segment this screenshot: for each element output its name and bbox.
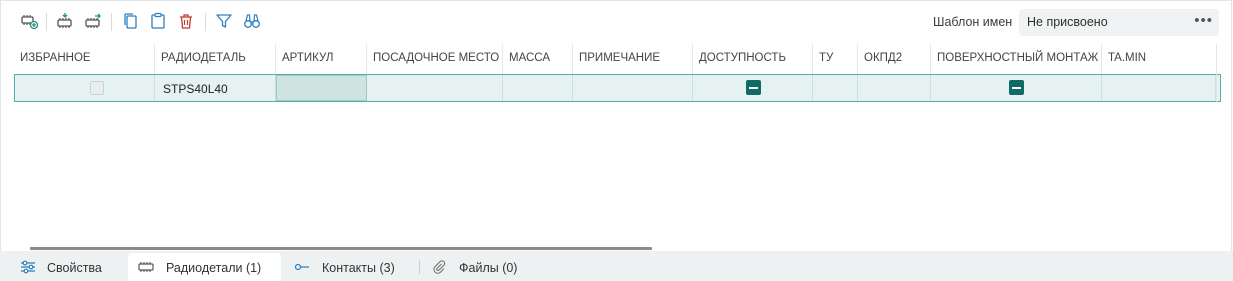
- ta-min-cell[interactable]: [1102, 75, 1216, 101]
- availability-checkbox[interactable]: [746, 80, 761, 95]
- component-export-icon[interactable]: [82, 10, 104, 32]
- column-header-okpd2[interactable]: ОКПД2: [858, 44, 931, 74]
- column-header-mass[interactable]: МАССА: [503, 44, 573, 74]
- okpd2-cell[interactable]: [858, 75, 931, 101]
- sliders-icon: [20, 260, 36, 277]
- component-icon: [138, 260, 154, 277]
- name-template-value: Не присвоено: [1027, 15, 1108, 29]
- tab-files-label: Файлы (0): [459, 261, 518, 275]
- tab-properties-label: Свойства: [47, 261, 102, 275]
- toolbar-separator: [205, 13, 206, 31]
- more-options-icon[interactable]: •••: [1194, 12, 1213, 29]
- add-component-icon[interactable]: [18, 10, 40, 32]
- toolbar-separator: [111, 13, 112, 31]
- column-header-note[interactable]: ПРИМЕЧАНИЕ: [573, 44, 693, 74]
- name-template-label: Шаблон имен: [933, 15, 1013, 29]
- filter-icon[interactable]: [213, 10, 235, 32]
- tab-separator: [419, 260, 420, 274]
- column-header-component[interactable]: РАДИОДЕТАЛЬ: [155, 44, 276, 74]
- column-header-ta-min[interactable]: TA.MIN: [1102, 44, 1217, 74]
- paperclip-icon: [432, 260, 446, 277]
- table-row[interactable]: STPS40L40: [14, 74, 1221, 102]
- mass-cell[interactable]: [503, 75, 573, 101]
- delete-icon[interactable]: [175, 10, 197, 32]
- pin-icon: [294, 260, 310, 277]
- name-template-select[interactable]: Не присвоено •••: [1019, 9, 1219, 36]
- surface-mount-cell: [931, 75, 1102, 101]
- component-cell[interactable]: STPS40L40: [155, 75, 276, 101]
- binoculars-icon[interactable]: [241, 10, 263, 32]
- copy-icon[interactable]: [119, 10, 141, 32]
- tab-contacts[interactable]: Контакты (3): [290, 253, 412, 281]
- footprint-cell[interactable]: [367, 75, 503, 101]
- surface-mount-checkbox[interactable]: [1009, 80, 1024, 95]
- tab-contacts-label: Контакты (3): [322, 261, 395, 275]
- column-header-favorite[interactable]: ИЗБРАННОЕ: [14, 44, 155, 74]
- tab-properties[interactable]: Свойства: [14, 253, 126, 281]
- tab-components[interactable]: Радиодетали (1): [128, 253, 281, 281]
- availability-cell: [693, 75, 813, 101]
- toolbar: Шаблон имен Не присвоено •••: [1, 1, 1233, 43]
- component-import-icon[interactable]: [54, 10, 76, 32]
- tu-cell[interactable]: [813, 75, 858, 101]
- note-cell[interactable]: [573, 75, 693, 101]
- bottom-tabbar: Свойства Радиодетали (1) Контакты (3) Фа…: [0, 251, 1233, 281]
- favorite-cell: [15, 75, 155, 101]
- table-right-divider: [1216, 44, 1217, 102]
- article-cell[interactable]: [276, 75, 367, 101]
- tab-components-label: Радиодетали (1): [166, 261, 262, 275]
- column-header-article[interactable]: АРТИКУЛ: [276, 44, 367, 74]
- favorite-checkbox[interactable]: [90, 81, 104, 95]
- table-header: ИЗБРАННОЕ РАДИОДЕТАЛЬ АРТИКУЛ ПОСАДОЧНОЕ…: [14, 44, 1221, 75]
- column-header-tu[interactable]: ТУ: [813, 44, 858, 74]
- paste-icon[interactable]: [147, 10, 169, 32]
- toolbar-separator: [46, 13, 47, 31]
- tab-files[interactable]: Файлы (0): [430, 253, 530, 281]
- column-header-availability[interactable]: ДОСТУПНОСТЬ: [693, 44, 813, 74]
- horizontal-scrollbar[interactable]: [30, 247, 652, 250]
- column-header-surface-mount[interactable]: ПОВЕРХНОСТНЫЙ МОНТАЖ: [931, 44, 1102, 74]
- column-header-footprint[interactable]: ПОСАДОЧНОЕ МЕСТО: [367, 44, 503, 74]
- components-panel: Шаблон имен Не присвоено ••• ИЗБРАННОЕ Р…: [0, 0, 1232, 251]
